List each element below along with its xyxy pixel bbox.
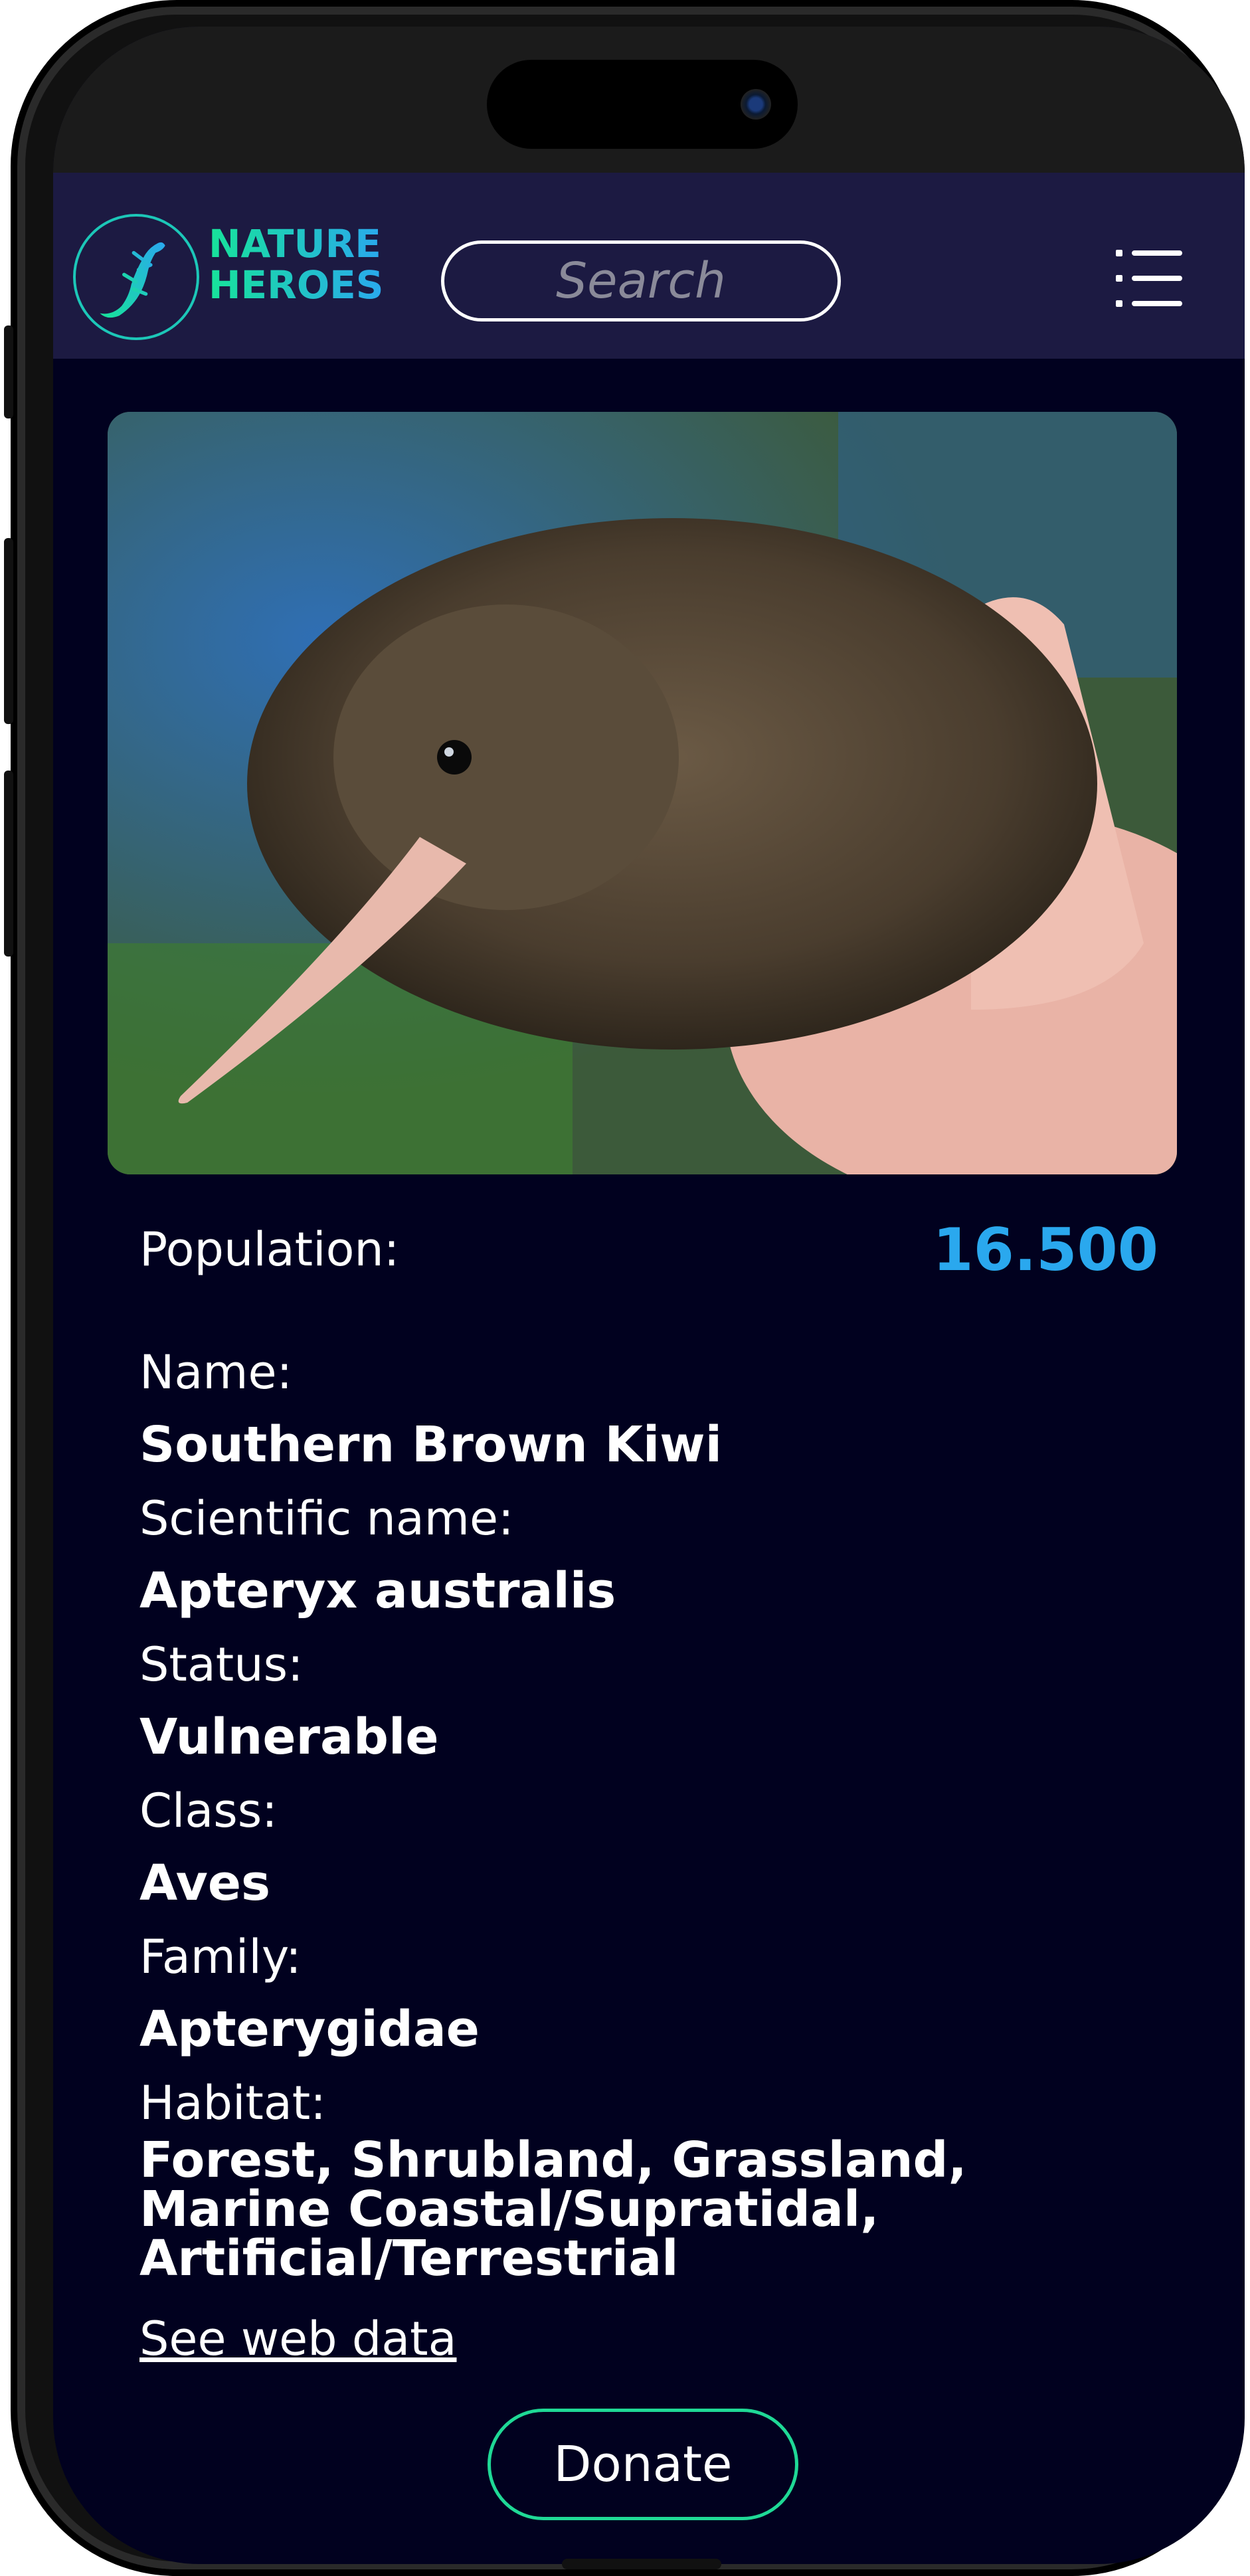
camera-icon [741, 89, 771, 120]
menu-row [1116, 250, 1182, 256]
status-value: Vulnerable [139, 1708, 439, 1766]
scientific-name-value: Apteryx australis [139, 1562, 616, 1619]
app-header: NATURE HEROES [53, 173, 1245, 359]
menu-list-icon[interactable] [1116, 250, 1182, 310]
family-value: Apterygidae [139, 2001, 480, 2058]
name-label: Name: [139, 1345, 293, 1400]
brand-name: NATURE HEROES [209, 223, 384, 306]
volume-down-button [4, 771, 13, 957]
name-value: Southern Brown Kiwi [139, 1416, 722, 1473]
donate-button[interactable]: Donate [488, 2409, 798, 2520]
home-indicator [562, 2559, 721, 2569]
scientific-name-label: Scientific name: [139, 1491, 514, 1546]
volume-up-button [4, 538, 13, 724]
habitat-value: Forest, Shrubland, Grassland, Marine Coa… [139, 2132, 967, 2287]
phone-frame: NATURE HEROES Search Population: 16.500 … [4, 0, 1245, 2576]
lizard-logo-icon[interactable] [73, 214, 199, 340]
kiwi-photo [108, 412, 1177, 1174]
status-bar [53, 27, 1245, 173]
habitat-label: Habitat: [139, 2076, 326, 2130]
population-label: Population: [139, 1222, 400, 1277]
search-input[interactable] [441, 240, 841, 322]
class-label: Class: [139, 1784, 278, 1838]
class-value: Aves [139, 1855, 271, 1912]
menu-row [1116, 275, 1182, 282]
brand-line-1: NATURE [209, 221, 381, 266]
see-web-data-link[interactable]: See web data [139, 2312, 457, 2366]
status-label: Status: [139, 1637, 304, 1692]
dynamic-island [487, 60, 798, 149]
population-value: 16.500 [933, 1216, 1158, 1284]
menu-row [1116, 300, 1182, 307]
screen: NATURE HEROES Search Population: 16.500 … [53, 27, 1245, 2564]
family-label: Family: [139, 1930, 302, 1984]
brand-line-2: HEROES [209, 262, 384, 308]
side-button [4, 325, 13, 418]
